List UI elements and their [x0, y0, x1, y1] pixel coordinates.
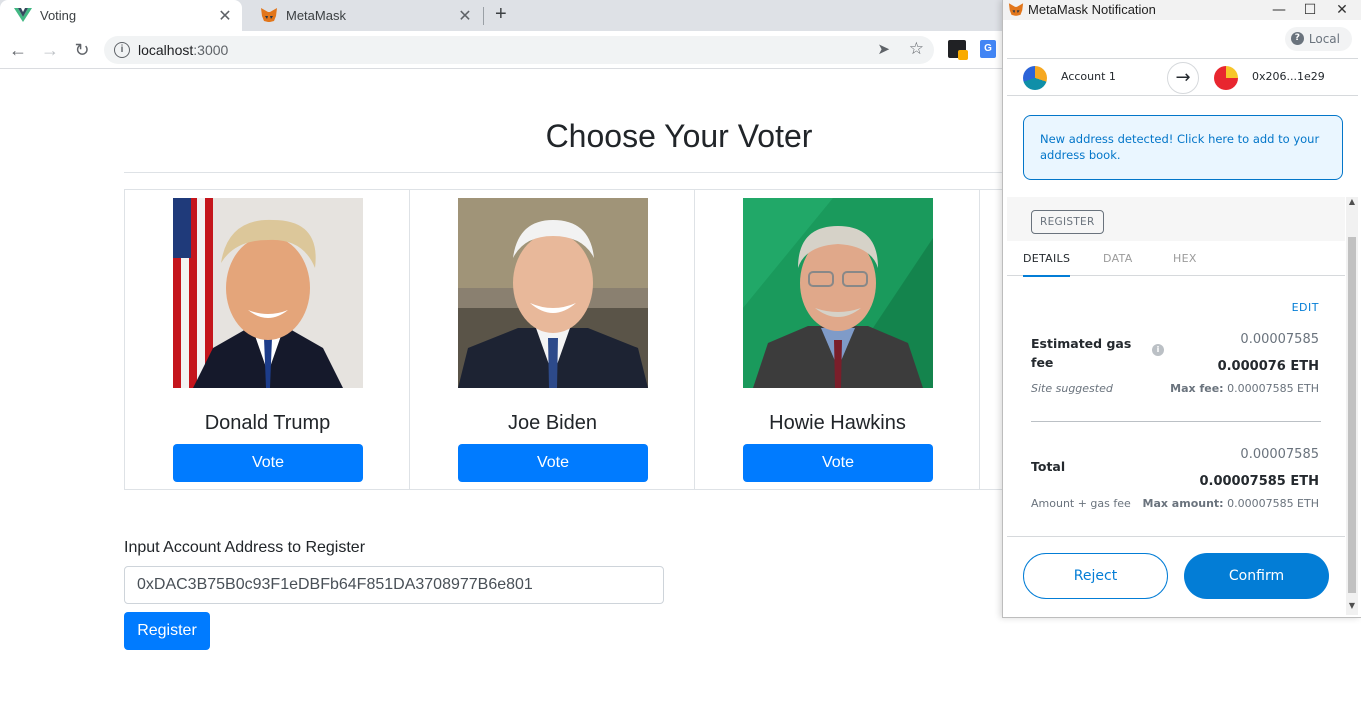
total-primary: 0.00007585 ETH — [1199, 474, 1319, 489]
to-account[interactable]: 0x206...1e29 — [1252, 70, 1325, 83]
network-selector[interactable]: ? Local — [1284, 27, 1352, 51]
candidate-cards: Donald Trump Vote Joe Biden Vote Howie H… — [124, 189, 1024, 490]
translate-icon[interactable]: G — [980, 40, 996, 58]
account-avatar — [1023, 66, 1047, 90]
site-suggested: Site suggested — [1031, 382, 1113, 395]
tab-title: Voting — [40, 8, 77, 23]
candidate-card: Joe Biden Vote — [410, 190, 695, 489]
title-divider — [124, 172, 1024, 173]
arrow-right-icon: → — [1167, 62, 1199, 94]
amount-gas-label: Amount + gas fee — [1031, 497, 1131, 510]
scrollbar-thumb[interactable] — [1348, 237, 1356, 593]
maximize-icon[interactable]: ☐ — [1299, 0, 1321, 20]
edit-gas-link[interactable]: EDIT — [1292, 301, 1319, 314]
divider — [1031, 421, 1321, 422]
info-icon[interactable]: i — [1152, 344, 1164, 356]
scroll-up-icon[interactable]: ▲ — [1346, 197, 1358, 211]
scrollbar[interactable]: ▲ ▼ — [1346, 197, 1358, 615]
gas-fee-primary: 0.000076 ETH — [1217, 359, 1319, 374]
site-info-icon[interactable]: i — [114, 42, 130, 58]
url-text[interactable]: localhost:3000 — [138, 42, 228, 58]
close-window-icon[interactable]: ✕ — [1331, 0, 1353, 20]
network-row: ? Local — [1007, 20, 1358, 58]
metamask-popup: MetaMask Notification — ☐ ✕ ? Local Acco… — [1002, 0, 1361, 618]
vote-button[interactable]: Vote — [458, 444, 648, 482]
address-input[interactable] — [124, 566, 664, 604]
close-tab-icon[interactable]: ✕ — [456, 6, 474, 26]
from-account[interactable]: Account 1 — [1061, 70, 1116, 83]
tab-details[interactable]: DETAILS — [1023, 252, 1071, 277]
tab-title: MetaMask — [286, 8, 346, 23]
candidate-name: Donald Trump — [204, 412, 331, 434]
back-icon[interactable]: ← — [7, 39, 29, 61]
vote-button[interactable]: Vote — [743, 444, 933, 482]
method-badge: REGISTER — [1031, 210, 1104, 234]
network-name: Local — [1308, 32, 1340, 46]
forward-icon[interactable]: → — [39, 39, 61, 61]
max-fee: Max fee: 0.00007585 ETH — [1170, 382, 1319, 395]
new-tab-icon[interactable]: + — [495, 3, 507, 26]
window-title: MetaMask Notification — [1028, 2, 1156, 17]
window-titlebar: MetaMask Notification — ☐ ✕ — [1003, 0, 1361, 20]
max-amount: Max amount: 0.00007585 ETH — [1142, 497, 1319, 510]
question-icon: ? — [1290, 32, 1304, 45]
address-bar[interactable]: i localhost:3000 ➤ ☆ — [104, 36, 934, 64]
action-footer: Reject Confirm — [1007, 536, 1345, 614]
total-label: Total — [1031, 459, 1066, 474]
tab-metamask[interactable]: MetaMask ✕ — [246, 0, 482, 31]
total-secondary: 0.00007585 — [1240, 447, 1319, 462]
candidate-photo — [743, 198, 933, 388]
vote-button[interactable]: Vote — [173, 444, 363, 482]
tab-separator — [483, 7, 484, 25]
candidate-card: Howie Hawkins Vote — [695, 190, 980, 489]
metamask-fox-icon — [1008, 3, 1024, 16]
sender-recipient: Account 1 → 0x206...1e29 — [1007, 58, 1358, 96]
recipient-avatar — [1214, 66, 1238, 90]
extension-icon[interactable] — [948, 40, 968, 60]
method-strip: REGISTER — [1007, 197, 1345, 241]
register-label: Input Account Address to Register — [124, 539, 366, 556]
extension-badge — [958, 50, 968, 60]
gas-fee-label: Estimated gas fee — [1031, 336, 1132, 370]
confirm-button[interactable]: Confirm — [1184, 553, 1329, 599]
bookmark-star-icon[interactable]: ☆ — [909, 39, 924, 59]
vue-icon — [14, 8, 32, 22]
gas-fee-secondary: 0.00007585 — [1240, 332, 1319, 347]
minimize-icon[interactable]: — — [1268, 0, 1290, 20]
register-button[interactable]: Register — [124, 612, 210, 650]
candidate-card: Donald Trump Vote — [125, 190, 410, 489]
reload-icon[interactable]: ↻ — [71, 39, 93, 61]
candidate-name: Howie Hawkins — [769, 412, 906, 434]
candidate-photo — [458, 198, 648, 388]
scroll-down-icon[interactable]: ▼ — [1346, 601, 1358, 615]
candidate-photo — [173, 198, 363, 388]
reject-button[interactable]: Reject — [1023, 553, 1168, 599]
send-icon[interactable]: ➤ — [877, 40, 890, 58]
close-tab-icon[interactable]: ✕ — [216, 6, 234, 26]
tab-hex[interactable]: HEX — [1173, 252, 1197, 265]
new-address-alert[interactable]: New address detected! Click here to add … — [1023, 115, 1343, 180]
detail-tabs: DETAILS DATA HEX — [1007, 241, 1345, 277]
tab-voting[interactable]: Voting ✕ — [0, 0, 242, 31]
candidate-name: Joe Biden — [508, 412, 597, 434]
tab-data[interactable]: DATA — [1103, 252, 1133, 265]
metamask-fox-icon — [261, 8, 277, 22]
